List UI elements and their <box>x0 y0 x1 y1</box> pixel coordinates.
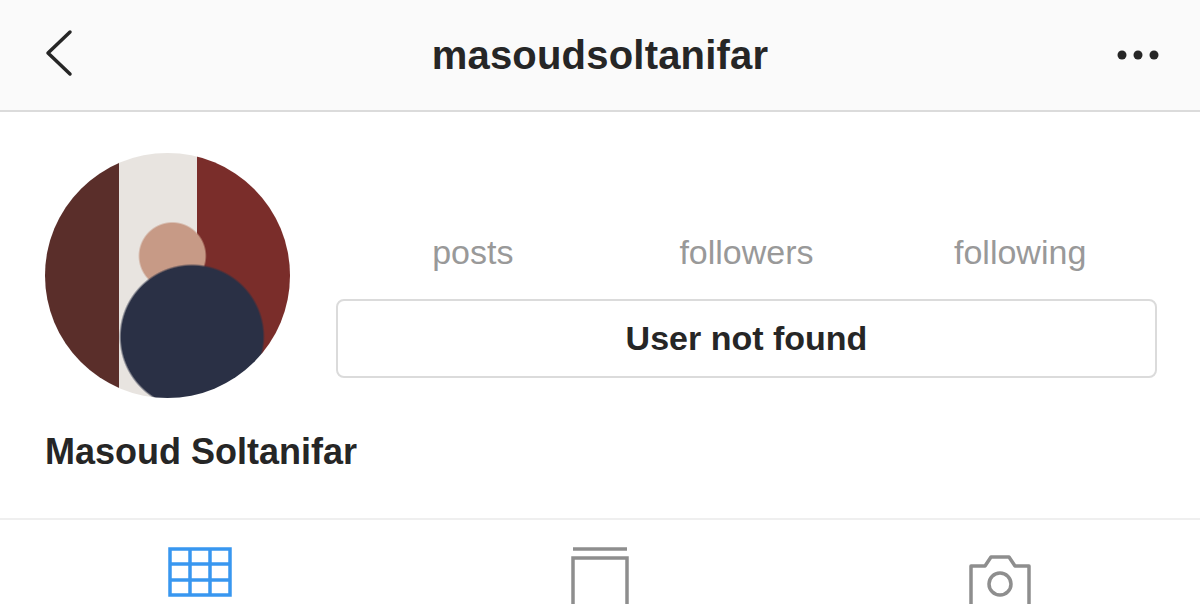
profile-tabs <box>0 518 1200 604</box>
stat-label[interactable]: posts <box>336 231 610 273</box>
profile-tab[interactable] <box>800 546 1200 604</box>
top-bar: masoudsoltanifar <box>0 0 1200 112</box>
back-chevron-icon[interactable] <box>40 28 80 78</box>
stat-label[interactable]: following <box>883 231 1157 273</box>
more-area <box>1040 49 1160 61</box>
profile-name: Masoud Soltanifar <box>0 398 1200 474</box>
profile-info: postsfollowersfollowing User not found <box>336 153 1157 398</box>
grid-tab-icon[interactable] <box>167 546 233 604</box>
profile-photo[interactable] <box>45 153 290 398</box>
username-title: masoudsoltanifar <box>160 33 1040 78</box>
stat-label[interactable]: followers <box>610 231 884 273</box>
feed-tab-icon[interactable] <box>567 546 633 604</box>
more-dots-icon[interactable] <box>1116 49 1160 61</box>
back-area <box>40 28 160 82</box>
profile-header: postsfollowersfollowing User not found <box>0 112 1200 398</box>
tagged-tab-icon[interactable] <box>967 546 1033 604</box>
profile-tab[interactable] <box>400 546 800 604</box>
stats-row: postsfollowersfollowing <box>336 231 1157 273</box>
profile-tab[interactable] <box>0 546 400 604</box>
user-not-found-button[interactable]: User not found <box>336 299 1157 378</box>
